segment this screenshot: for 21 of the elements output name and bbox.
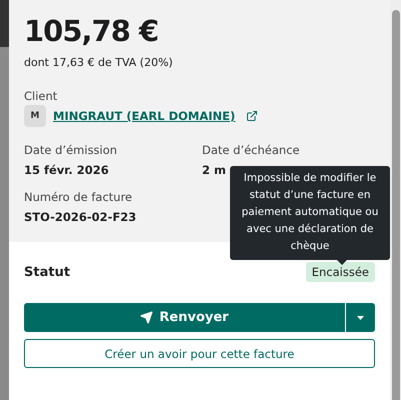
- client-link[interactable]: MINGRAUT (EARL DOMAINE): [53, 109, 236, 123]
- amount: 105,78 €: [24, 14, 160, 48]
- tooltip: Impossible de modifier le statut d’une facture en paiement automatique ou avec une déclaration de chèque: [230, 166, 390, 260]
- field-value: STO-2026-02-F23: [24, 210, 136, 224]
- send-icon: [140, 311, 154, 324]
- tooltip-arrow-icon: [337, 260, 347, 265]
- status-label: Statut: [24, 264, 70, 280]
- client-label: Client: [24, 89, 58, 103]
- client-avatar: M: [24, 105, 46, 127]
- field-label: Date d’émission: [24, 143, 118, 157]
- dropdown-button[interactable]: [346, 303, 375, 332]
- field-value: 2 m: [202, 163, 226, 177]
- credit-note-button[interactable]: Créer un avoir pour cette facture: [24, 339, 375, 368]
- field-label: Date d’échéance: [202, 143, 301, 157]
- external-link-icon[interactable]: [246, 110, 258, 122]
- status-badge: Encaissée: [306, 262, 375, 282]
- field-value: 15 févr. 2026: [24, 163, 109, 177]
- field-label: Numéro de facture: [24, 190, 134, 204]
- vat-note: dont 17,63 € de TVA (20%): [24, 56, 174, 69]
- resend-button[interactable]: Renvoyer: [24, 303, 345, 332]
- caret-icon: [357, 316, 364, 320]
